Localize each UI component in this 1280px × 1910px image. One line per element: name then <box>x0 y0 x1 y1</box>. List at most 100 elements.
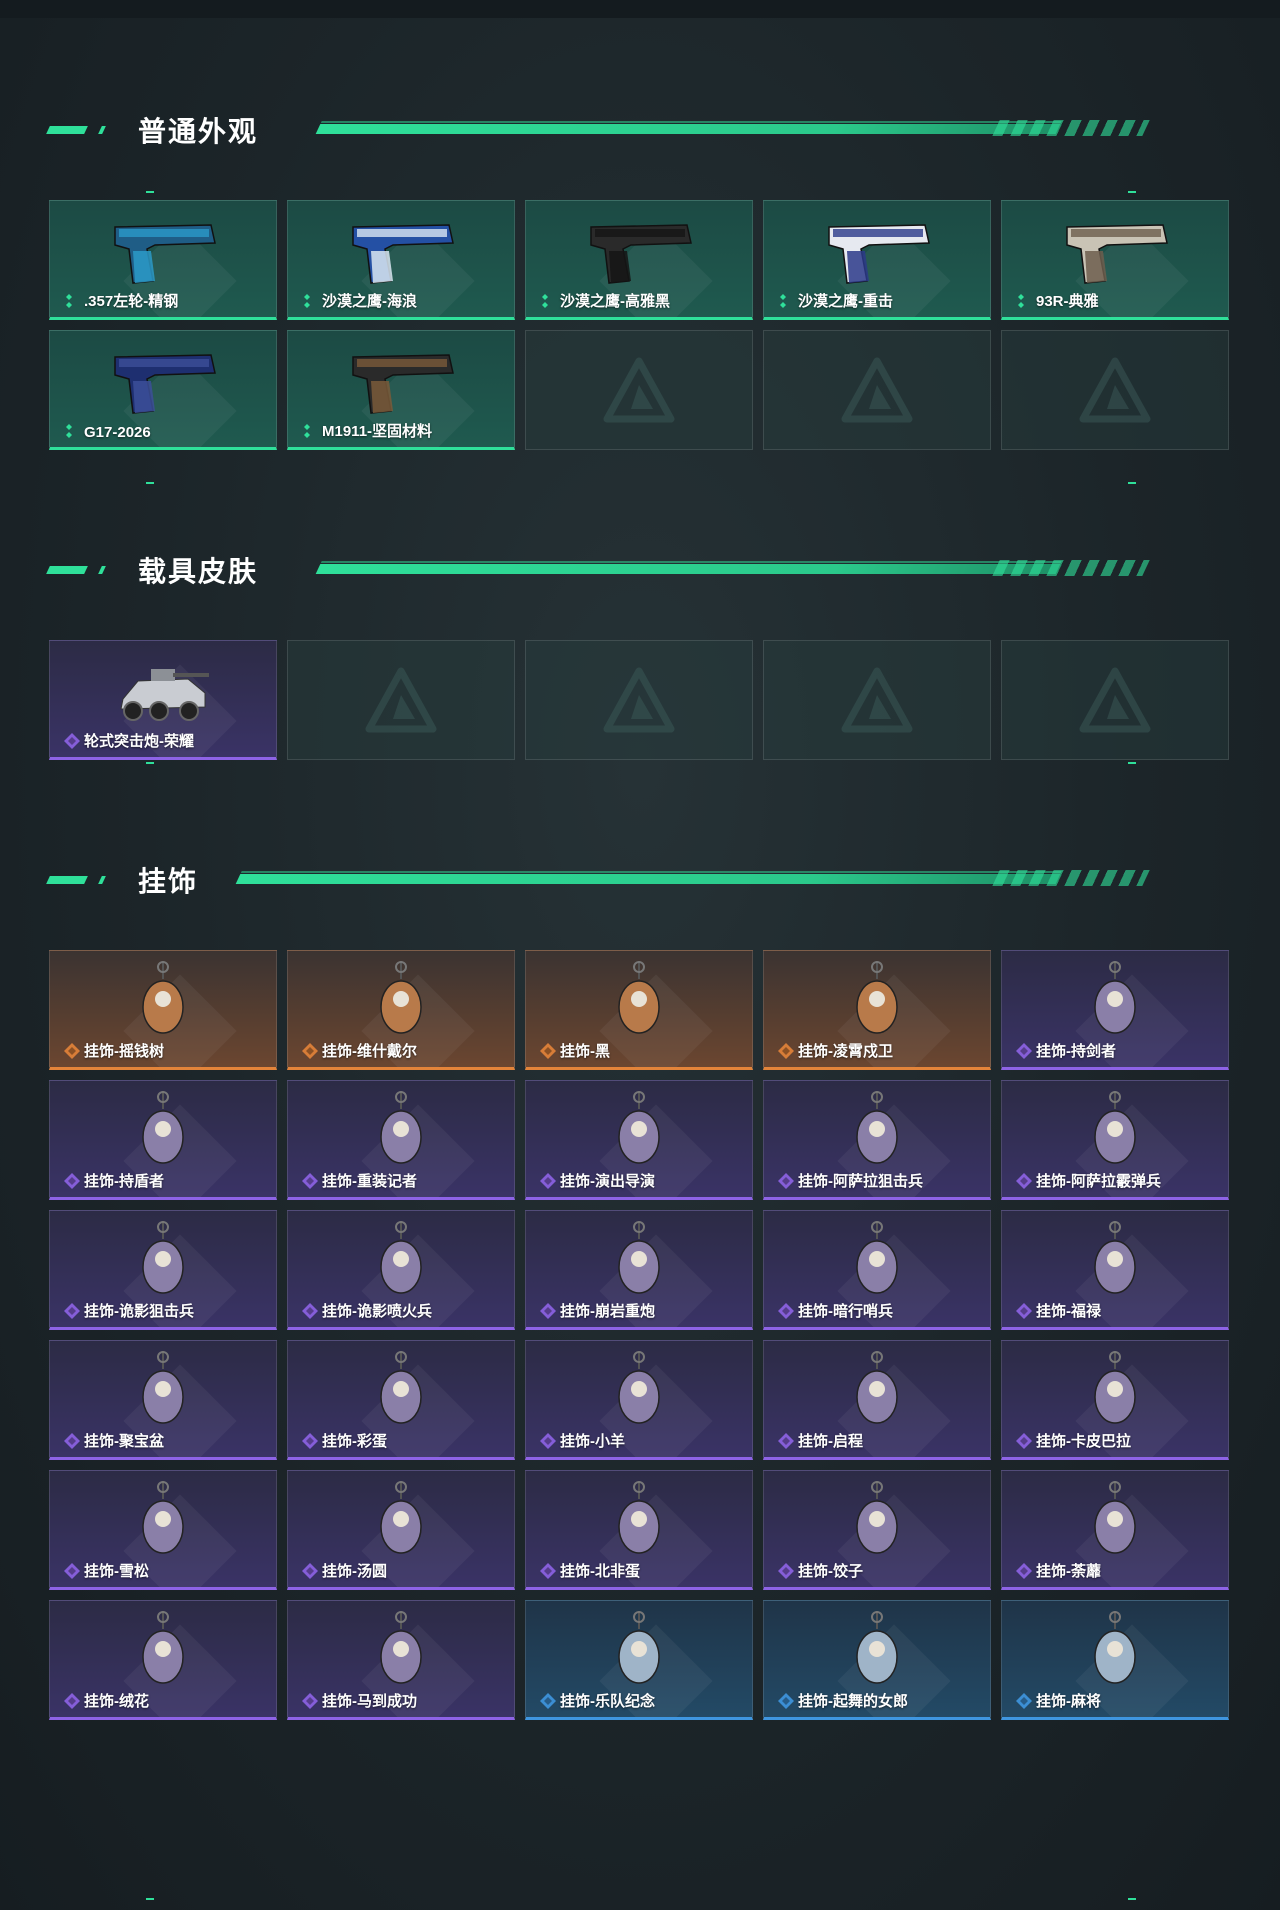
item-card[interactable]: 挂饰-持剑者 <box>1001 950 1229 1070</box>
item-label: 挂饰-乐队纪念 <box>560 1693 655 1710</box>
charm-icon <box>1094 961 1136 1034</box>
pistol-icon <box>114 354 216 414</box>
item-card[interactable]: G17-2026 <box>49 330 277 450</box>
item-card[interactable]: 挂饰-小羊 <box>525 1340 753 1460</box>
item-card[interactable]: 沙漠之鹰-重击 <box>763 200 991 320</box>
item-card[interactable]: 沙漠之鹰-海浪 <box>287 200 515 320</box>
item-card[interactable]: 挂饰-启程 <box>763 1340 991 1460</box>
rarity-purple-icon <box>302 1173 318 1189</box>
item-label: 挂饰-麻将 <box>1036 1693 1101 1710</box>
item-card[interactable]: 挂饰-乐队纪念 <box>525 1600 753 1720</box>
section-header-vehicle-skins: 载具皮肤 <box>46 548 1232 588</box>
item-label: 挂饰-雪松 <box>84 1563 149 1580</box>
rarity-green-icon <box>304 424 310 438</box>
item-card[interactable]: 挂饰-北非蛋 <box>525 1470 753 1590</box>
rarity-green-icon <box>66 294 72 308</box>
charm-icon <box>618 1351 660 1424</box>
item-card[interactable]: 挂饰-卡皮巴拉 <box>1001 1340 1229 1460</box>
item-label: 93R-典雅 <box>1036 293 1099 310</box>
item-label: 挂饰-绒花 <box>84 1693 149 1710</box>
item-card[interactable]: 挂饰-阿萨拉霰弹兵 <box>1001 1080 1229 1200</box>
charm-icon <box>142 1221 184 1294</box>
rarity-orange-icon <box>302 1043 318 1059</box>
rarity-purple-icon <box>540 1433 556 1449</box>
item-card[interactable]: 轮式突击炮-荣耀 <box>49 640 277 760</box>
rarity-green-icon <box>66 424 72 438</box>
item-label: 挂饰-诡影喷火兵 <box>322 1303 432 1320</box>
rarity-purple-icon <box>778 1303 794 1319</box>
item-label: 挂饰-卡皮巴拉 <box>1036 1433 1131 1450</box>
tick-mark <box>1128 762 1136 764</box>
item-card[interactable]: 挂饰-汤圆 <box>287 1470 515 1590</box>
rarity-purple-icon <box>1016 1303 1032 1319</box>
charm-icon <box>856 1091 898 1164</box>
section-header-weapon-skins: 普通外观 <box>46 108 1232 148</box>
item-card[interactable]: 挂饰-绒花 <box>49 1600 277 1720</box>
rarity-purple-icon <box>540 1303 556 1319</box>
item-card[interactable]: 挂饰-崩岩重炮 <box>525 1210 753 1330</box>
item-card[interactable]: 挂饰-持盾者 <box>49 1080 277 1200</box>
empty-slot <box>287 640 515 760</box>
item-card[interactable]: 挂饰-摇钱树 <box>49 950 277 1070</box>
charm-icon <box>1094 1481 1136 1554</box>
charm-icon <box>142 961 184 1034</box>
rarity-orange-icon <box>64 1043 80 1059</box>
item-card[interactable]: 挂饰-荼蘼 <box>1001 1470 1229 1590</box>
item-card[interactable]: 挂饰-诡影狙击兵 <box>49 1210 277 1330</box>
item-card[interactable]: 挂饰-彩蛋 <box>287 1340 515 1460</box>
rarity-orange-icon <box>778 1043 794 1059</box>
header-line <box>235 874 1061 884</box>
item-card[interactable]: M1911-坚固材料 <box>287 330 515 450</box>
rarity-purple-icon <box>540 1563 556 1579</box>
item-label: 挂饰-小羊 <box>560 1433 625 1450</box>
item-label: 挂饰-福禄 <box>1036 1303 1101 1320</box>
item-card[interactable]: .357左轮-精钢 <box>49 200 277 320</box>
rarity-green-icon <box>780 294 786 308</box>
placeholder-logo-icon <box>1079 667 1151 733</box>
item-label: 沙漠之鹰-重击 <box>798 293 893 310</box>
item-card[interactable]: 挂饰-诡影喷火兵 <box>287 1210 515 1330</box>
empty-slot <box>1001 640 1229 760</box>
charm-icon <box>856 1221 898 1294</box>
item-label: 沙漠之鹰-海浪 <box>322 293 417 310</box>
header-line <box>315 124 1061 134</box>
vehicle-skin-grid: 轮式突击炮-荣耀 <box>49 640 1229 760</box>
item-card[interactable]: 挂饰-演出导演 <box>525 1080 753 1200</box>
charm-icon <box>618 1091 660 1164</box>
item-card[interactable]: 挂饰-雪松 <box>49 1470 277 1590</box>
item-card[interactable]: 挂饰-饺子 <box>763 1470 991 1590</box>
item-label: M1911-坚固材料 <box>322 423 433 440</box>
section-title: 挂饰 <box>138 866 199 897</box>
rarity-purple-icon <box>540 1173 556 1189</box>
placeholder-logo-icon <box>603 357 675 423</box>
header-dash <box>98 876 106 884</box>
item-card[interactable]: 挂饰-福禄 <box>1001 1210 1229 1330</box>
item-card[interactable]: 93R-典雅 <box>1001 200 1229 320</box>
pistol-icon <box>1066 224 1168 284</box>
charm-icon <box>856 1481 898 1554</box>
item-card[interactable]: 沙漠之鹰-高雅黑 <box>525 200 753 320</box>
item-card[interactable]: 挂饰-麻将 <box>1001 1600 1229 1720</box>
item-label: 挂饰-摇钱树 <box>84 1043 164 1060</box>
pistol-icon <box>352 354 454 414</box>
item-card[interactable]: 挂饰-马到成功 <box>287 1600 515 1720</box>
rarity-purple-icon <box>1016 1433 1032 1449</box>
rarity-purple-icon <box>64 1433 80 1449</box>
rarity-green-icon <box>542 294 548 308</box>
empty-slot <box>525 330 753 450</box>
header-dash <box>98 126 106 134</box>
item-label: .357左轮-精钢 <box>84 293 179 310</box>
item-card[interactable]: 挂饰-重装记者 <box>287 1080 515 1200</box>
item-card[interactable]: 挂饰-聚宝盆 <box>49 1340 277 1460</box>
item-card[interactable]: 挂饰-黑 <box>525 950 753 1070</box>
tick-mark <box>146 762 154 764</box>
item-card[interactable]: 挂饰-维什戴尔 <box>287 950 515 1070</box>
item-card[interactable]: 挂饰-暗行哨兵 <box>763 1210 991 1330</box>
item-card[interactable]: 挂饰-凌霄戍卫 <box>763 950 991 1070</box>
item-label: 挂饰-荼蘼 <box>1036 1563 1101 1580</box>
charm-icon <box>1094 1091 1136 1164</box>
empty-slot <box>525 640 753 760</box>
item-card[interactable]: 挂饰-阿萨拉狙击兵 <box>763 1080 991 1200</box>
item-label: 挂饰-彩蛋 <box>322 1433 387 1450</box>
item-card[interactable]: 挂饰-起舞的女郎 <box>763 1600 991 1720</box>
